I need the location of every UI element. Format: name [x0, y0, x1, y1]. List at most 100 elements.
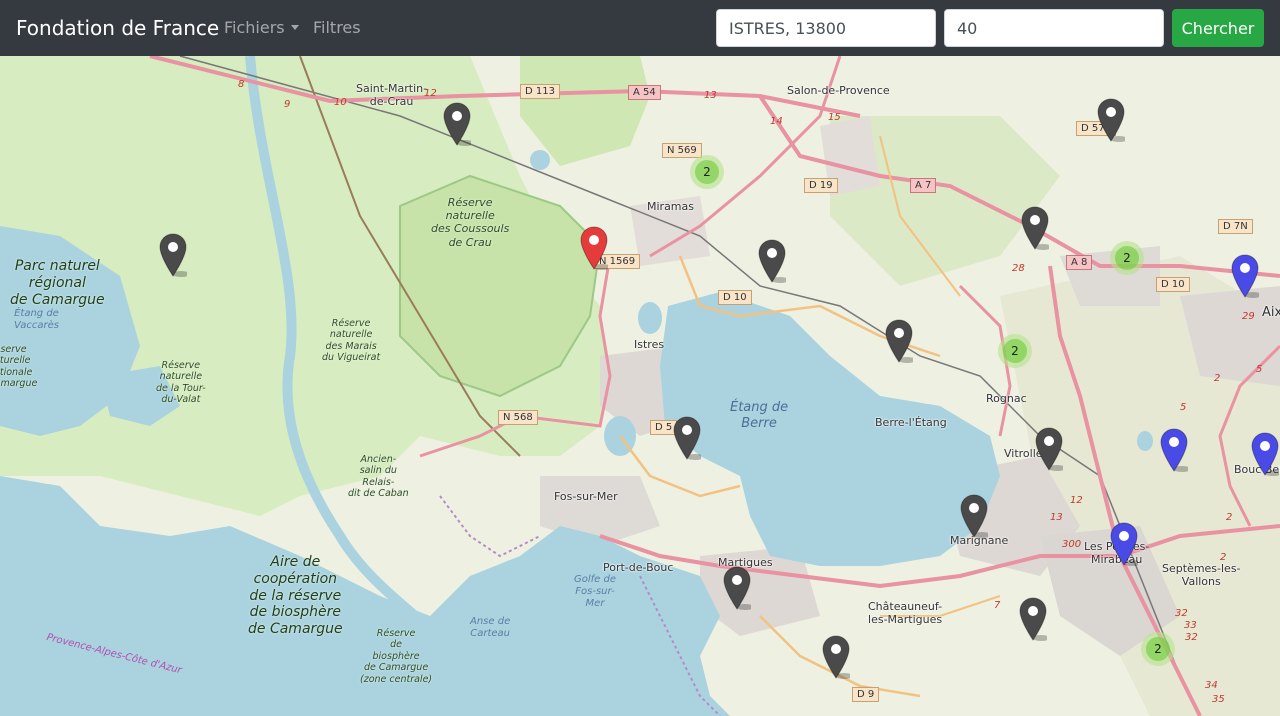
park-label: de la réserve: [249, 587, 342, 604]
map-marker-blue[interactable]: [1231, 254, 1262, 298]
caret-down-icon: [290, 25, 299, 30]
search-button[interactable]: Chercher: [1172, 9, 1264, 47]
place-label: les-Martigues: [868, 613, 943, 627]
reserve-tour-du-valat: Réserve naturelle de la Tour- du-Valat: [156, 360, 206, 406]
water-label: Golfe de: [574, 574, 616, 585]
map-marker-red[interactable]: [580, 226, 611, 270]
marker-cluster[interactable]: 2: [1141, 632, 1175, 666]
water-label: Anse de: [470, 616, 511, 627]
reserve-label: Réserve: [161, 360, 201, 371]
map-marker-grey[interactable]: [1035, 427, 1066, 471]
map-pin-icon: [1160, 428, 1191, 472]
park-label: régional: [28, 274, 86, 291]
reserve-marais-vigueirat: Réserve naturelle des Marais du Vigueira…: [322, 318, 380, 364]
map-marker-grey[interactable]: [885, 319, 916, 363]
menu-filtres[interactable]: Filtres: [313, 17, 361, 39]
ancien-salin: Ancien- salin du Relais- dit de Caban: [348, 454, 409, 500]
road-num: 5: [1256, 364, 1263, 375]
place-label: de-Crau: [369, 95, 414, 109]
road-d19: D 19: [804, 178, 838, 193]
marker-cluster[interactable]: 2: [998, 334, 1032, 368]
place-label: Vallons: [1181, 575, 1221, 589]
road-d113: D 113: [520, 84, 560, 99]
road-num: 34: [1205, 680, 1218, 691]
road-d10: D 10: [718, 290, 752, 305]
road-num: 32: [1185, 632, 1198, 643]
cluster-count: 2: [1146, 637, 1170, 661]
road-num: 2: [1226, 512, 1233, 523]
water-etang-vaccares: Étang de Vaccarès: [14, 308, 59, 332]
map-pin-icon: [580, 226, 611, 270]
reserve-label: du Vigueirat: [322, 352, 381, 364]
road-n569: N 569: [662, 143, 702, 158]
reserve-label: Relais-: [362, 476, 395, 488]
map-pin-icon: [1251, 432, 1280, 476]
reserve-label: naturelle: [0, 355, 31, 367]
map-marker-grey[interactable]: [1097, 98, 1128, 142]
reserve-label: de: [390, 639, 402, 651]
road-d9: D 9: [852, 687, 880, 702]
map-canvas[interactable]: Saint-Martin-de-Crau Salon-de-Provence M…: [0, 56, 1280, 716]
road-num: 33: [1184, 620, 1197, 631]
road-a8: A 8: [1066, 255, 1093, 270]
map-marker-blue[interactable]: [1251, 432, 1280, 476]
place-port-de-bouc: Port-de-Bouc: [603, 561, 674, 574]
reserve-label: Camargue: [0, 378, 38, 390]
place-label: Saint-Martin-: [356, 82, 428, 95]
map-marker-grey[interactable]: [960, 494, 991, 538]
water-label: Fos-sur-: [575, 586, 615, 597]
water-label: Berre: [741, 415, 777, 431]
map-marker-grey[interactable]: [1019, 597, 1050, 641]
map-marker-grey[interactable]: [822, 635, 853, 679]
city-search-input[interactable]: [716, 9, 936, 47]
map-marker-grey[interactable]: [443, 102, 474, 146]
road-num: 12: [424, 88, 437, 99]
map-marker-blue[interactable]: [1160, 428, 1191, 472]
reserve-label: salin du: [359, 465, 397, 477]
place-label: Châteauneuf-: [868, 600, 943, 613]
place-fos: Fos-sur-Mer: [554, 490, 618, 503]
map-pin-icon: [673, 416, 704, 460]
map-marker-grey[interactable]: [673, 416, 704, 460]
water-label: Étang de: [730, 400, 789, 415]
road-d10-east: D 10: [1156, 277, 1190, 292]
map-pin-icon: [1097, 98, 1128, 142]
map-pin-icon: [443, 102, 474, 146]
marker-cluster[interactable]: 2: [690, 155, 724, 189]
road-num: 300: [1062, 539, 1082, 550]
road-num: 13: [704, 90, 717, 101]
reserve-label: Réserve: [447, 196, 493, 209]
reserve-label: dit de Caban: [348, 488, 409, 500]
road-num: 28: [1012, 263, 1025, 274]
water-etang-berre: Étang de Berre: [730, 400, 788, 431]
cluster-count: 2: [695, 160, 719, 184]
road-d7n: D 7N: [1218, 219, 1253, 234]
map-pin-icon: [1019, 597, 1050, 641]
water-anse-carteau: Anse de Carteau: [470, 616, 510, 640]
road-n568: N 568: [498, 410, 538, 425]
road-num: 2: [1220, 552, 1227, 563]
reserve-label: naturelle: [159, 371, 203, 383]
road-a54: A 54: [628, 85, 661, 100]
map-marker-blue[interactable]: [1110, 522, 1141, 566]
marker-cluster[interactable]: 2: [1110, 241, 1144, 275]
radius-input[interactable]: [944, 9, 1164, 47]
reserve-nationale-camargue: Réserve naturelle nationale Camargue: [0, 344, 37, 390]
map-marker-grey[interactable]: [1021, 206, 1052, 250]
reserve-label: naturelle: [329, 329, 373, 341]
map-marker-grey[interactable]: [159, 233, 190, 277]
place-aix: Aix: [1262, 305, 1280, 320]
road-num: 9: [284, 99, 291, 110]
map-pin-icon: [822, 635, 853, 679]
cluster-count: 2: [1115, 246, 1139, 270]
map-marker-grey[interactable]: [723, 566, 754, 610]
place-septemes: Septèmes-les- Vallons: [1162, 562, 1241, 588]
road-num: 35: [1212, 694, 1225, 705]
map-pin-icon: [1231, 254, 1262, 298]
reserve-label: Ancien-: [360, 454, 397, 465]
brand-title[interactable]: Fondation de France: [16, 14, 219, 42]
reserve-label: nationale: [0, 366, 33, 378]
map-marker-grey[interactable]: [758, 239, 789, 283]
reserve-label: naturelle: [445, 209, 495, 223]
menu-fichiers[interactable]: Fichiers: [224, 17, 299, 39]
